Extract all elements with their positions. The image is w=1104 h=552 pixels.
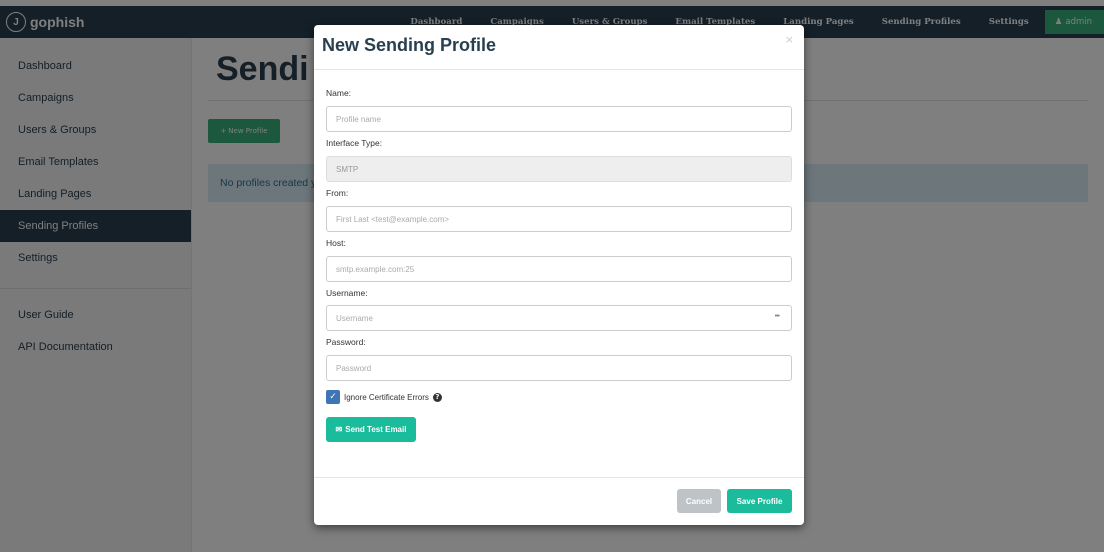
close-icon[interactable]: × xyxy=(785,33,794,46)
name-input[interactable]: Profile name xyxy=(326,106,792,132)
host-label: Host: xyxy=(326,238,346,248)
ignore-cert-errors-label[interactable]: Ignore Certificate Errors xyxy=(344,393,429,402)
host-input[interactable]: smtp.example.com:25 xyxy=(326,256,792,282)
send-test-email-button[interactable]: ✉ Send Test Email xyxy=(326,417,416,442)
from-input[interactable]: First Last <test@example.com> xyxy=(326,206,792,232)
interface-type-field: SMTP xyxy=(326,156,792,182)
password-label: Password: xyxy=(326,337,366,347)
modal-footer-divider xyxy=(314,477,804,478)
name-label: Name: xyxy=(326,88,352,98)
username-label: Username: xyxy=(326,288,368,298)
autofill-icon[interactable]: ••• xyxy=(775,313,780,320)
new-sending-profile-modal: New Sending Profile × Name: Profile name… xyxy=(314,25,804,525)
modal-title: New Sending Profile xyxy=(322,35,497,55)
username-placeholder: Username xyxy=(336,313,373,323)
check-icon: ✓ xyxy=(329,392,337,402)
username-input[interactable]: Username ••• xyxy=(326,305,792,331)
save-profile-button[interactable]: Save Profile xyxy=(727,489,792,513)
password-input[interactable]: Password xyxy=(326,355,792,381)
ignore-cert-errors-row: ✓ Ignore Certificate Errors ? xyxy=(326,390,442,404)
modal-header: New Sending Profile × xyxy=(314,25,804,70)
from-label: From: xyxy=(326,188,349,198)
interface-type-label: Interface Type: xyxy=(326,138,383,148)
send-test-email-label: Send Test Email xyxy=(345,425,407,434)
envelope-icon: ✉ xyxy=(335,425,343,434)
cancel-button[interactable]: Cancel xyxy=(677,489,721,513)
question-circle-icon[interactable]: ? xyxy=(432,392,442,402)
ignore-cert-errors-checkbox[interactable]: ✓ xyxy=(326,390,340,404)
